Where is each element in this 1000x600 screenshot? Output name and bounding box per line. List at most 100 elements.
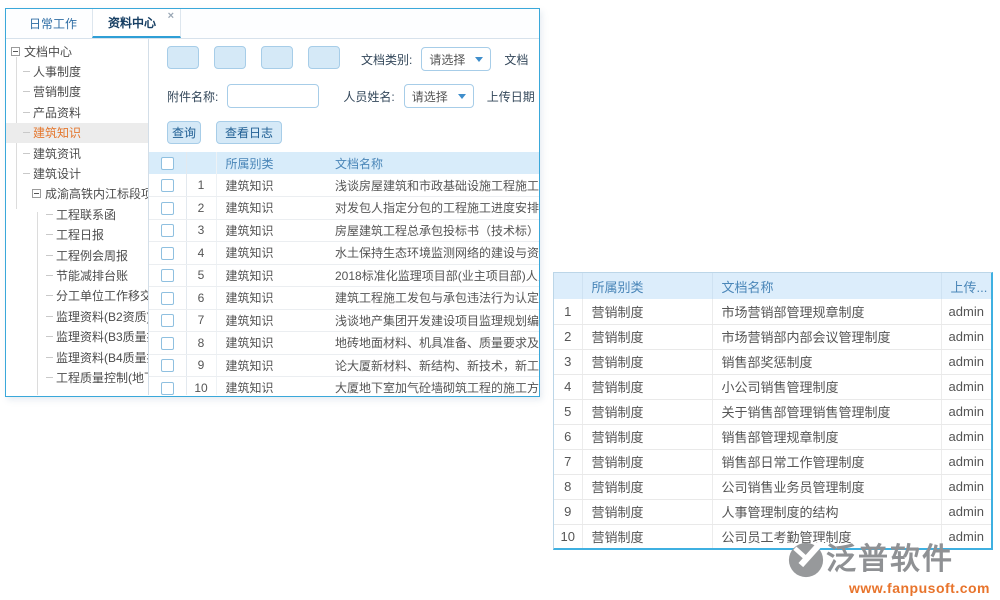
table-row[interactable]: 9 营销制度 人事管理制度的结构 admin (554, 499, 991, 524)
row-checkbox[interactable] (161, 179, 174, 192)
table-row[interactable]: 2 营销制度 市场营销部内部会议管理制度 admin (554, 324, 991, 349)
row-index: 7 (186, 309, 216, 332)
table-row[interactable]: 1 建筑知识 浅谈房屋建筑和市政基础设施工程施工... (149, 174, 539, 197)
toolbar-button[interactable] (308, 46, 340, 69)
query-button[interactable]: 查询 (167, 121, 201, 144)
tree-connector (46, 377, 53, 378)
row-index: 7 (554, 449, 582, 474)
row-checkbox[interactable] (161, 202, 174, 215)
row-checkbox[interactable] (161, 314, 174, 327)
tree-item[interactable]: 工程联系函 (6, 204, 148, 224)
tree-node-project[interactable]: 成渝高铁内江标段项目 (6, 184, 148, 204)
doc-type-select[interactable]: 请选择 (421, 47, 491, 71)
table-row[interactable]: 5 建筑知识 2018标准化监理项目部(业主项目部)人员... (149, 264, 539, 287)
row-index: 6 (186, 287, 216, 310)
row-doc-name: 市场营销部内部会议管理制度 (712, 324, 941, 349)
table-row[interactable]: 10 建筑知识 大厦地下室加气砼墙砌筑工程的施工方... (149, 377, 539, 396)
table-row[interactable]: 2 建筑知识 对发包人指定分包的工程施工进度安排... (149, 197, 539, 220)
table-row[interactable]: 6 建筑知识 建筑工程施工发包与承包违法行为认定... (149, 287, 539, 310)
tree-item-label: 建筑知识 (33, 124, 81, 141)
table-row[interactable]: 4 营销制度 小公司销售管理制度 admin (554, 374, 991, 399)
tree-item-label: 人事制度 (33, 63, 81, 80)
tree-item[interactable]: 营销制度 (6, 82, 148, 102)
documents-table-body: 1 建筑知识 浅谈房屋建筑和市政基础设施工程施工... 2 建筑知识 对发包人指… (149, 174, 539, 395)
tree-item[interactable]: 监理资料(B3质量控制) (6, 326, 148, 346)
row-category: 营销制度 (582, 524, 712, 549)
row-index: 4 (186, 242, 216, 265)
select-all-checkbox[interactable] (161, 157, 174, 170)
tree-item[interactable]: 监理资料(B2资质) (6, 306, 148, 326)
row-checkbox[interactable] (161, 247, 174, 260)
row-category: 建筑知识 (216, 242, 326, 265)
toolbar-filters: 附件名称: 人员姓名: 请选择 上传日期 (149, 84, 539, 108)
tab-daily-work[interactable]: 日常工作 (14, 9, 92, 38)
tree-connector (46, 316, 53, 317)
tree-item[interactable]: 监理资料(B4质量控制) (6, 347, 148, 367)
toolbar-button[interactable] (261, 46, 293, 69)
table-row[interactable]: 5 营销制度 关于销售部管理销售管理制度 admin (554, 399, 991, 424)
table-row[interactable]: 7 营销制度 销售部日常工作管理制度 admin (554, 449, 991, 474)
tree-connector (46, 295, 53, 296)
row-index: 3 (186, 219, 216, 242)
row-index: 8 (554, 474, 582, 499)
tree-root-document-center[interactable]: 文档中心 (6, 41, 148, 61)
tree-item-label: 营销制度 (33, 83, 81, 100)
tree-item[interactable]: 工程例会周报 (6, 245, 148, 265)
toolbar-button[interactable] (214, 46, 246, 69)
row-doc-name: 建筑工程施工发包与承包违法行为认定... (326, 287, 539, 310)
table-row[interactable]: 3 营销制度 销售部奖惩制度 admin (554, 349, 991, 374)
toolbar-button[interactable] (167, 46, 199, 69)
tree-item[interactable]: 产品资料 (6, 102, 148, 122)
row-category: 营销制度 (582, 349, 712, 374)
branding: 泛普软件 www.fanpusoft.com (788, 542, 990, 596)
person-name-select[interactable]: 请选择 (404, 84, 474, 108)
collapse-icon[interactable] (32, 189, 41, 198)
row-category: 建筑知识 (216, 332, 326, 355)
tree-item[interactable]: 工程日报 (6, 225, 148, 245)
tree-item[interactable]: 人事制度 (6, 61, 148, 81)
view-log-button[interactable]: 查看日志 (216, 121, 282, 144)
row-checkbox[interactable] (161, 224, 174, 237)
tree-item[interactable]: 工程质量控制(地下室) (6, 367, 148, 387)
row-checkbox[interactable] (161, 382, 174, 395)
row-uploader: admin (941, 424, 991, 449)
tree-item[interactable]: 节能减排台账 (6, 265, 148, 285)
attachment-name-input[interactable] (227, 84, 319, 108)
row-category: 建筑知识 (216, 174, 326, 197)
table-row[interactable]: 6 营销制度 销售部管理规章制度 admin (554, 424, 991, 449)
table-row[interactable]: 7 建筑知识 浅谈地产集团开发建设项目监理规划编... (149, 309, 539, 332)
tree-item[interactable]: 建筑资讯 (6, 143, 148, 163)
table-row[interactable]: 1 营销制度 市场营销部管理规章制度 admin (554, 299, 991, 324)
table-row[interactable]: 8 建筑知识 地砖地面材料、机具准备、质量要求及... (149, 332, 539, 355)
row-index: 2 (186, 197, 216, 220)
tree-project-label: 成渝高铁内江标段项目 (45, 185, 149, 202)
tab-data-center[interactable]: 资料中心 × (92, 9, 181, 38)
table-row[interactable]: 3 建筑知识 房屋建筑工程总承包投标书（技术标）... (149, 219, 539, 242)
tree-item[interactable]: 分工单位工作移交 (6, 286, 148, 306)
table-row[interactable]: 9 建筑知识 论大厦新材料、新结构、新技术，新工... (149, 354, 539, 377)
tree-connector (23, 173, 30, 174)
row-doc-name: 地砖地面材料、机具准备、质量要求及... (326, 332, 539, 355)
row-doc-name: 销售部奖惩制度 (712, 349, 941, 374)
tree-item-label: 节能减排台账 (56, 267, 128, 284)
row-uploader: admin (941, 299, 991, 324)
tree-item-label: 分工单位工作移交 (56, 287, 149, 304)
documents-table: 所属别类 文档名称 1 建筑知识 浅谈房屋建筑和市政基础设施工程施工... 2 … (149, 152, 539, 395)
table-row[interactable]: 4 建筑知识 水土保持生态环境监测网络的建设与资... (149, 242, 539, 265)
row-checkbox[interactable] (161, 292, 174, 305)
tree-item[interactable]: 建筑知识 (6, 123, 148, 143)
table-row[interactable]: 8 营销制度 公司销售业务员管理制度 admin (554, 474, 991, 499)
row-uploader: admin (941, 449, 991, 474)
row-checkbox[interactable] (161, 337, 174, 350)
fanpu-logo-icon (788, 542, 824, 578)
row-category: 建筑知识 (216, 219, 326, 242)
tree-item-label: 建筑资讯 (33, 145, 81, 162)
collapse-icon[interactable] (11, 47, 20, 56)
tree-item[interactable]: 建筑设计 (6, 163, 148, 183)
row-checkbox[interactable] (161, 359, 174, 372)
row-index: 5 (554, 399, 582, 424)
row-checkbox[interactable] (161, 269, 174, 282)
row-uploader: admin (941, 499, 991, 524)
tree-item-label: 工程日报 (56, 226, 104, 243)
tab-close-icon[interactable]: × (168, 11, 174, 22)
